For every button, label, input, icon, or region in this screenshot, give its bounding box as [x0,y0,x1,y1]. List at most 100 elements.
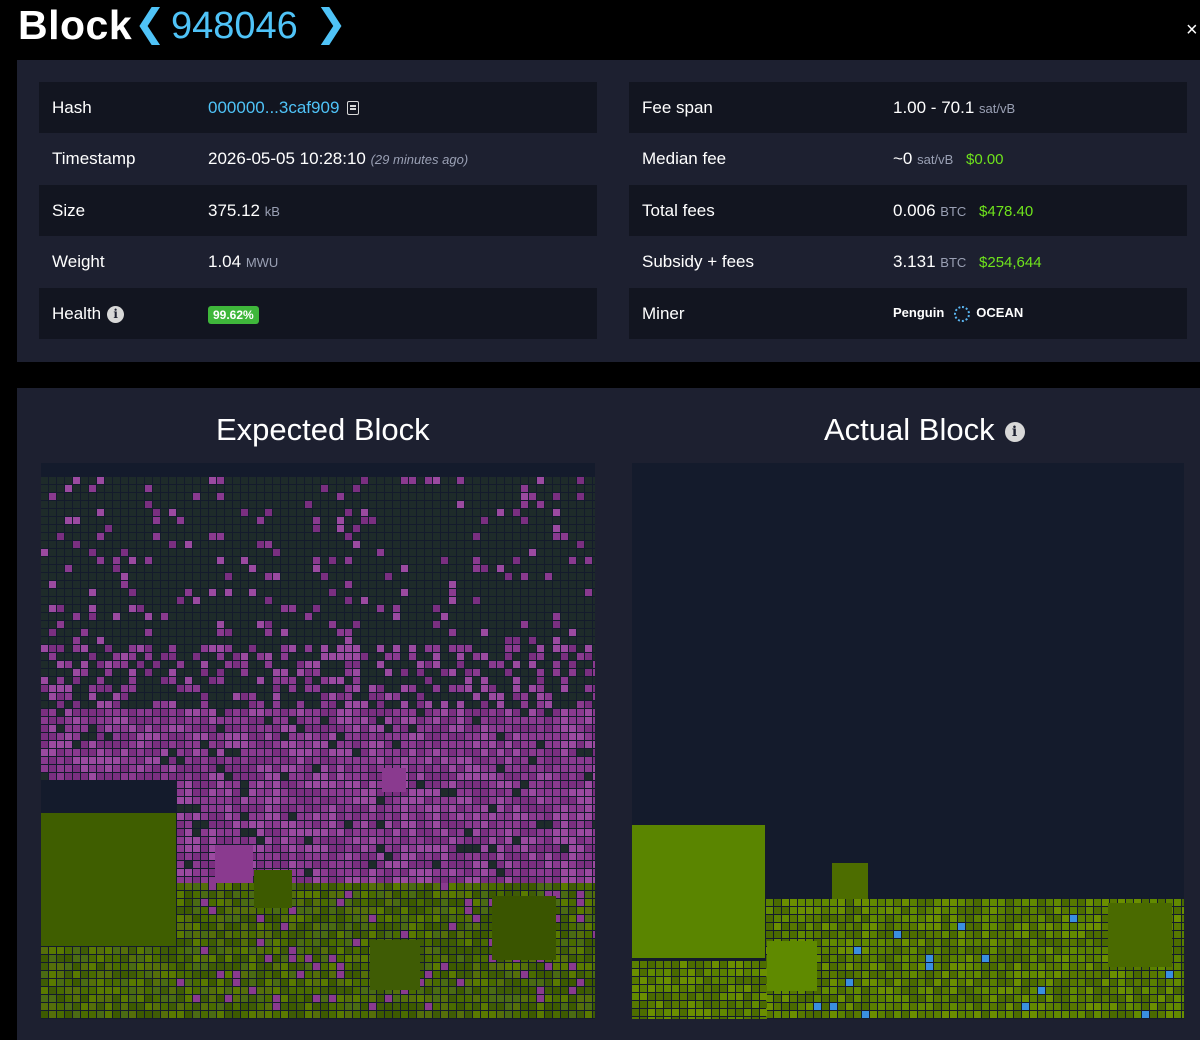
tx-tile [1006,955,1013,962]
chevron-left-icon[interactable]: ❮ [134,0,166,48]
tx-tile [297,877,304,884]
tx-tile [433,757,440,764]
miner-pool-name[interactable]: OCEAN [976,305,1023,320]
actual-block-visualization[interactable] [632,463,1184,1019]
tx-tile [225,541,232,548]
tx-tile [513,517,520,524]
chevron-right-icon[interactable]: ❯ [315,0,347,48]
copy-icon[interactable] [347,101,360,116]
tx-tile [113,493,120,500]
tx-tile [1094,963,1101,970]
tx-tile [577,821,584,828]
median-fee-value: ~0 [893,148,913,168]
tx-tile [321,899,328,906]
tx-tile [145,979,152,986]
tx-tile [81,765,88,772]
tx-tile [345,717,352,724]
tx-tile [385,485,392,492]
tx-tile [73,693,80,700]
tx-tile [249,915,256,922]
tx-tile [337,757,344,764]
tx-tile [297,605,304,612]
tx-tile [537,541,544,548]
tx-tile [257,797,264,804]
tx-tile [505,717,512,724]
tx-tile [241,709,248,716]
tx-tile [361,829,368,836]
tx-tile [513,821,520,828]
tx-tile [441,899,448,906]
tx-tile [265,923,272,930]
tx-tile [97,963,104,970]
tx-tile [361,573,368,580]
tx-tile [89,717,96,724]
tx-tile [73,477,80,484]
tx-tile [57,589,64,596]
tx-tile [209,573,216,580]
hash-link[interactable]: 000000...3caf909 [208,98,339,117]
expected-block-visualization[interactable] [41,463,595,1019]
tx-tile [561,821,568,828]
tx-tile [137,477,144,484]
tx-tile [449,821,456,828]
tx-tile [217,837,224,844]
tx-tile [457,677,464,684]
tx-tile [473,733,480,740]
close-icon[interactable]: × [1186,20,1198,40]
tx-tile [505,813,512,820]
tx-tile [425,509,432,516]
tx-tile [121,541,128,548]
tx-tile [89,573,96,580]
tx-tile [569,891,576,898]
tx-tile [257,685,264,692]
tx-tile [1062,931,1069,938]
tx-tile [401,741,408,748]
tx-tile [193,931,200,938]
tx-tile [513,701,520,708]
tx-tile [337,565,344,572]
tx-tile [425,821,432,828]
tx-tile [193,653,200,660]
tx-tile [529,813,536,820]
tx-tile [129,605,136,612]
tx-tile [193,581,200,588]
tx-tile [209,915,216,922]
tx-tile [73,709,80,716]
tx-tile [449,685,456,692]
fee-span-value: 1.00 - 70.1 [893,97,975,117]
tx-tile [561,557,568,564]
tx-tile [185,565,192,572]
tx-tile [41,1003,48,1010]
tx-tile [105,725,112,732]
tx-tile [297,477,304,484]
tx-tile [185,1011,192,1018]
tx-tile [473,1011,480,1018]
tx-tile [65,605,72,612]
info-icon[interactable]: i [1004,421,1025,442]
tx-tile [353,781,360,788]
tx-tile [377,853,384,860]
tx-tile [537,485,544,492]
tx-tile [345,955,352,962]
tx-tile [385,1011,392,1018]
tx-tile [790,899,797,906]
tx-tile [393,837,400,844]
tx-tile [57,765,64,772]
tx-tile [1054,931,1061,938]
tx-tile [265,773,272,780]
tx-tile [409,883,416,890]
miner-name-link[interactable]: Penguin [893,305,944,320]
tx-tile [97,677,104,684]
tx-tile [433,629,440,636]
tx-tile [950,971,957,978]
tx-tile [417,1003,424,1010]
tx-tile [417,541,424,548]
tx-tile [393,621,400,628]
info-icon[interactable]: i [107,305,125,323]
tx-tile [593,979,595,986]
tx-tile [313,629,320,636]
tx-tile [353,883,360,890]
tx-tile [457,605,464,612]
tx-tile [830,939,837,946]
tx-tile [369,525,376,532]
